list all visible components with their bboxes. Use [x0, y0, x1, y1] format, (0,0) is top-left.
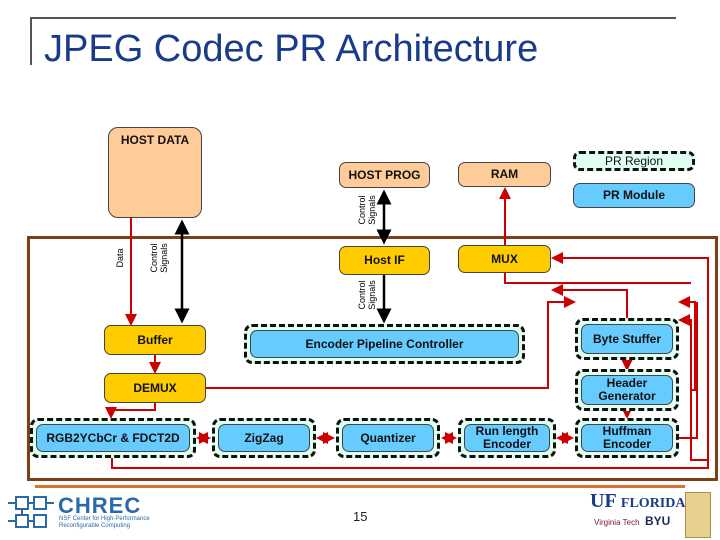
byte-stuffer-block: Byte Stuffer — [581, 324, 673, 354]
header-generator-block: Header Generator — [581, 375, 673, 405]
mux-block: MUX — [458, 245, 551, 273]
encoder-pipeline-controller-region: Encoder Pipeline Controller — [244, 324, 525, 364]
byte-stuffer-label: Byte Stuffer — [592, 331, 661, 346]
vt-logo: Virginia Tech — [594, 518, 640, 527]
zigzag-label: ZigZag — [244, 430, 284, 445]
rgb2ycbcr-block: RGB2YCbCr & FDCT2D — [36, 424, 190, 452]
control-signals-label-host-if: Control Signals — [357, 280, 377, 310]
chrec-logo-mark — [8, 496, 54, 528]
mux-label: MUX — [491, 251, 518, 266]
encoder-pipeline-controller-block: Encoder Pipeline Controller — [250, 330, 519, 358]
byu-logo: BYU — [645, 514, 671, 528]
run-length-encoder-label: Run length Encoder — [475, 424, 539, 451]
control-signals-label-host-prog: Control Signals — [357, 195, 377, 225]
huffman-encoder-label: Huffman Encoder — [602, 424, 652, 451]
byte-stuffer-region: Byte Stuffer — [575, 318, 679, 360]
huffman-encoder-block: Huffman Encoder — [581, 424, 673, 452]
demux-label: DEMUX — [133, 380, 177, 395]
run-length-encoder-block: Run length Encoder — [464, 424, 550, 452]
host-data-label: HOST DATA — [120, 133, 190, 147]
legend-pr-region: PR Region — [573, 151, 695, 171]
page-number: 15 — [353, 509, 368, 524]
host-if-label: Host IF — [364, 253, 405, 267]
encoder-pipeline-controller-label: Encoder Pipeline Controller — [305, 336, 464, 351]
zigzag-region: ZigZag — [212, 418, 316, 458]
legend-pr-module-label: PR Module — [603, 188, 665, 202]
buffer-block: Buffer — [104, 325, 206, 355]
quantizer-label: Quantizer — [360, 430, 416, 445]
data-signal-label: Data — [115, 248, 125, 268]
legend-pr-region-label: PR Region — [604, 153, 664, 168]
rgb2ycbcr-label: RGB2YCbCr & FDCT2D — [46, 430, 180, 445]
quantizer-block: Quantizer — [342, 424, 434, 452]
demux-block: DEMUX — [104, 373, 206, 403]
rgb2ycbcr-region: RGB2YCbCr & FDCT2D — [30, 418, 196, 458]
university-logos: UF FLORIDA Virginia Tech BYU — [590, 490, 720, 540]
buffer-label: Buffer — [137, 332, 173, 347]
quantizer-region: Quantizer — [336, 418, 440, 458]
header-generator-label: Header Generator — [598, 376, 656, 403]
host-prog-label: HOST PROG — [348, 167, 421, 182]
uf-logo: UF FLORIDA — [590, 490, 686, 512]
footer-rule — [35, 485, 685, 488]
host-prog-block: HOST PROG — [339, 162, 430, 188]
chrec-logo-subtitle: NSF Center for High-Performance Reconfigu… — [59, 516, 150, 529]
legend-pr-module: PR Module — [573, 183, 695, 208]
gw-logo — [685, 492, 711, 538]
header-generator-region: Header Generator — [575, 369, 679, 411]
control-signals-label-host-data: Control Signals — [149, 243, 169, 273]
zigzag-block: ZigZag — [218, 424, 310, 452]
host-data-block: HOST DATA — [108, 127, 202, 218]
ram-label: RAM — [490, 167, 519, 181]
ram-block: RAM — [458, 162, 551, 187]
run-length-encoder-region: Run length Encoder — [458, 418, 556, 458]
huffman-encoder-region: Huffman Encoder — [575, 418, 679, 458]
host-if-block: Host IF — [339, 246, 430, 275]
chrec-logo: CHREC NSF Center for High-Performance Rec… — [8, 493, 153, 533]
